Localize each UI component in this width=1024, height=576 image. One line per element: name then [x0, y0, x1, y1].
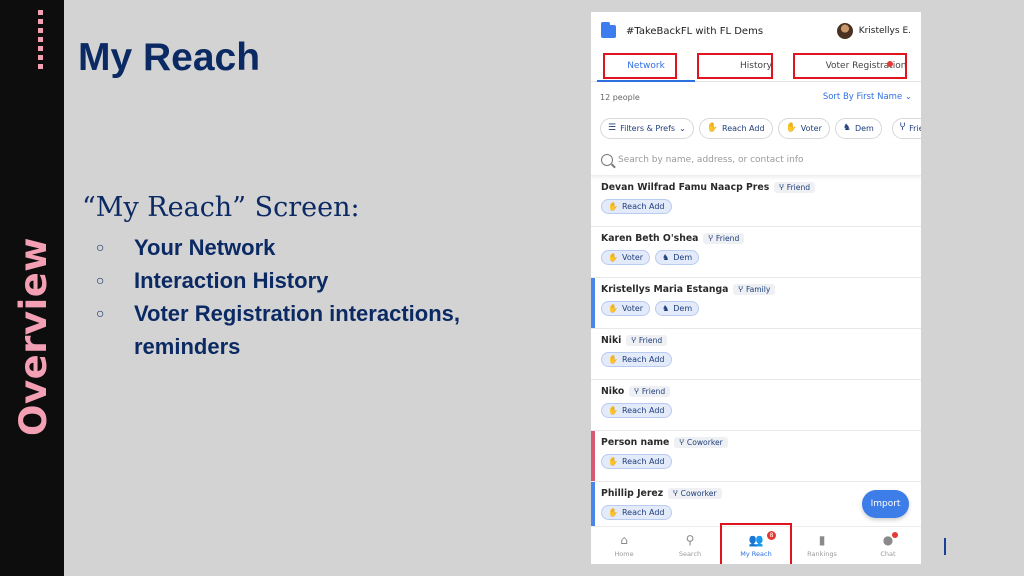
highlight-box-history [697, 53, 773, 79]
chevron-down-icon: ⌄ [679, 123, 686, 133]
highlight-box-network [603, 53, 677, 79]
reach-add-tag[interactable]: ✋ Reach Add [601, 505, 672, 520]
app-header: #TakeBackFL with FL Dems Kristellys E. [591, 12, 921, 50]
home-icon: ⌂ [620, 532, 628, 547]
filters-prefs-button[interactable]: ☰ Filters & Prefs ⌄ [600, 117, 694, 139]
reach-add-icon: ✋ [608, 355, 618, 364]
search-icon: ⚲ [685, 532, 695, 547]
people-count: 12 people [600, 92, 640, 102]
donkey-icon: ♞ [662, 304, 670, 313]
relation-icon: Ⴤ [631, 336, 636, 345]
bullet-item: Voter Registration interactions, reminde… [96, 297, 536, 363]
bullet-item: Interaction History [96, 264, 536, 297]
app-name: #TakeBackFL with FL Dems [626, 25, 764, 37]
sliders-icon: ☰ [608, 123, 617, 133]
search-input[interactable] [618, 154, 911, 165]
chevron-down-icon: ⌄ [904, 92, 912, 102]
filter-dem[interactable]: ♞ Dem [834, 117, 882, 139]
import-button[interactable]: Import [862, 490, 909, 518]
person-name: Karen Beth O'shea [601, 233, 699, 244]
relation-icon: Ⴤ [738, 285, 743, 294]
relation-badge: Ⴤ Family [733, 284, 776, 295]
list-item[interactable]: Karen Beth O'shea Ⴤ Friend ✋ Voter ♞ Dem [591, 227, 921, 278]
relation-badge: Ⴤ Friend [703, 233, 745, 244]
filter-row: ☰ Filters & Prefs ⌄ ✋ Reach Add ✋ Voter ♞ Dem… [591, 112, 921, 144]
app-screen: #TakeBackFL with FL Dems Kristellys E. N… [591, 12, 921, 564]
side-dots-decoration [38, 10, 44, 72]
row-accent-bar [591, 431, 595, 481]
relation-badge: Ⴤ Coworker [668, 488, 722, 499]
highlight-box-voter-registration [793, 53, 907, 79]
list-item[interactable]: Kristellys Maria Estanga Ⴤ Family ✋ Voter ♞… [591, 278, 921, 329]
reach-add-tag[interactable]: ✋ Reach Add [601, 199, 672, 214]
search-icon [601, 153, 613, 166]
people-list: Devan Wilfrad Famu Naacp Pres Ⴤ Friend ✋ Re… [591, 176, 921, 533]
relation-badge: Ⴤ Friend [774, 182, 816, 193]
relation-icon: Ⴤ [708, 234, 713, 243]
voter-icon: ✋ [785, 123, 797, 133]
bullet-item: Your Network [96, 231, 536, 264]
person-name: Phillip Jerez [601, 488, 664, 499]
text-cursor-mark [944, 538, 946, 555]
bar-chart-icon: ▮ [818, 532, 826, 547]
donkey-icon: ♞ [662, 253, 670, 262]
relation-icon: Ⴤ [673, 489, 678, 498]
reach-add-icon: ✋ [706, 123, 719, 133]
reach-add-icon: ✋ [608, 202, 618, 211]
person-name: Person name [601, 437, 670, 448]
row-accent-bar [591, 482, 595, 532]
highlight-box-my-reach [720, 523, 792, 564]
filter-voter[interactable]: ✋ Voter [777, 117, 830, 139]
list-item[interactable]: Devan Wilfrad Famu Naacp Pres Ⴤ Friend ✋ Re… [591, 176, 921, 227]
list-header: 12 people Sort By First Name ⌄ [591, 82, 921, 112]
nav-home[interactable]: ⌂ Home [591, 527, 657, 564]
row-accent-bar [591, 278, 595, 328]
bullet-list: Your Network Interaction History Voter R… [96, 231, 536, 363]
reach-add-icon: ✋ [608, 457, 618, 466]
slide-title: My Reach [78, 36, 261, 79]
voter-tag[interactable]: ✋ Voter [601, 250, 651, 265]
screen-heading: “My Reach” Screen: [82, 192, 360, 223]
list-item[interactable]: Niki Ⴤ Friend ✋ Reach Add [591, 329, 921, 380]
folder-icon [601, 21, 616, 38]
reach-add-icon: ✋ [608, 508, 618, 517]
donkey-icon: ♞ [842, 123, 851, 133]
side-band: Overview [0, 0, 64, 576]
person-name: Kristellys Maria Estanga [601, 284, 729, 295]
voter-tag[interactable]: ✋ Voter [601, 301, 651, 316]
voter-icon: ✋ [608, 253, 618, 262]
relation-badge: Ⴤ Coworker [674, 437, 728, 448]
list-item[interactable]: Niko Ⴤ Friend ✋ Reach Add [591, 380, 921, 431]
reach-add-icon: ✋ [608, 406, 618, 415]
avatar[interactable] [836, 23, 853, 39]
relation-icon: Ⴤ [899, 123, 906, 133]
person-name: Niko [601, 386, 625, 397]
filter-reach-add[interactable]: ✋ Reach Add [698, 117, 773, 139]
person-name: Niki [601, 335, 622, 346]
nav-rankings[interactable]: ▮ Rankings [789, 527, 855, 564]
reach-add-tag[interactable]: ✋ Reach Add [601, 403, 672, 418]
dem-tag[interactable]: ♞ Dem [655, 250, 700, 265]
relation-badge: Ⴤ Friend [629, 386, 671, 397]
relation-icon: Ⴤ [779, 183, 784, 192]
search-bar [591, 144, 921, 176]
user-name[interactable]: Kristellys E. [859, 26, 911, 36]
filter-friend[interactable]: ჄFriend [891, 117, 921, 139]
relation-icon: Ⴤ [634, 387, 639, 396]
voter-icon: ✋ [608, 304, 618, 313]
nav-search[interactable]: ⚲ Search [657, 527, 723, 564]
list-item[interactable]: Person name Ⴤ Coworker ✋ Reach Add [591, 431, 921, 482]
sort-dropdown[interactable]: Sort By First Name ⌄ [823, 92, 912, 102]
reach-add-tag[interactable]: ✋ Reach Add [601, 454, 672, 469]
relation-icon: Ⴤ [679, 438, 684, 447]
person-name: Devan Wilfrad Famu Naacp Pres [601, 182, 770, 193]
notification-dot [892, 532, 898, 538]
side-title: Overview [12, 237, 55, 436]
relation-badge: Ⴤ Friend [626, 335, 668, 346]
nav-chat[interactable]: ● Chat [855, 527, 921, 564]
dem-tag[interactable]: ♞ Dem [655, 301, 700, 316]
reach-add-tag[interactable]: ✋ Reach Add [601, 352, 672, 367]
